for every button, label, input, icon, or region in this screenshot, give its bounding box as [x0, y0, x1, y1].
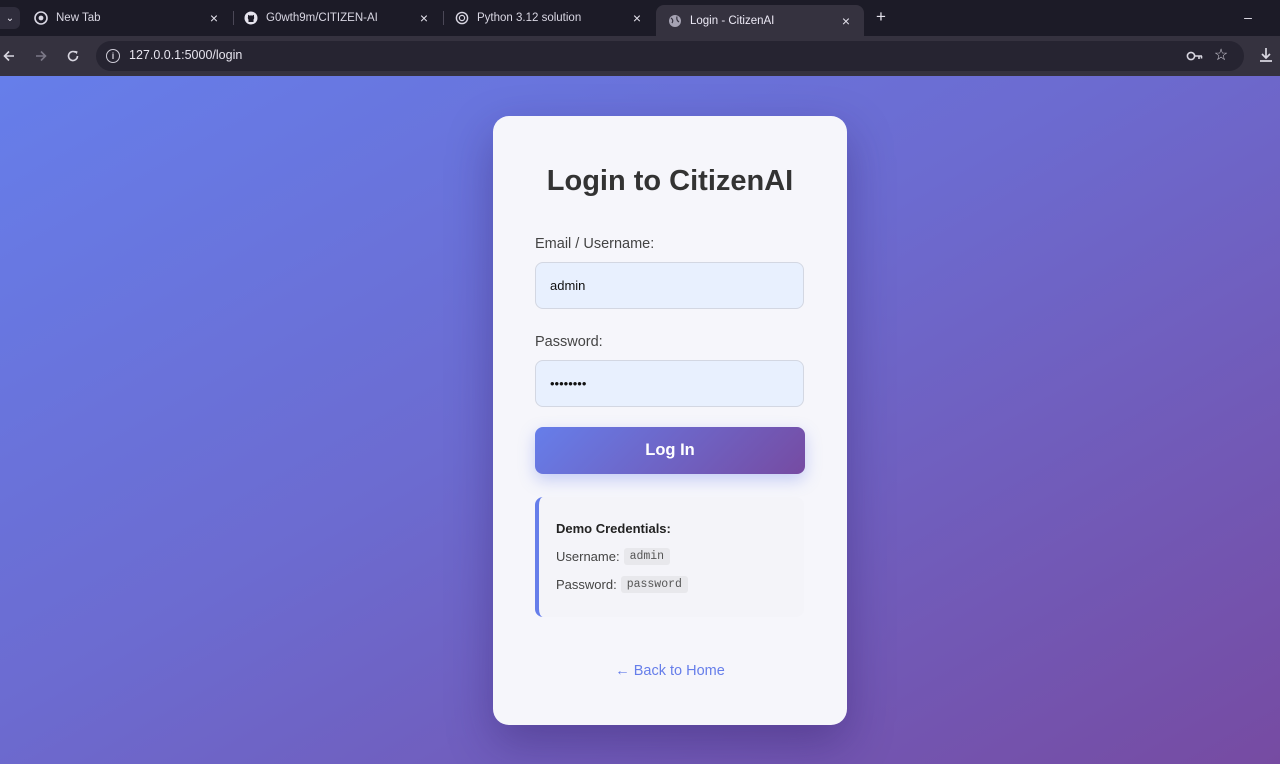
tab-github[interactable]: G0wth9m/CITIZEN-AI × [232, 0, 442, 36]
reload-icon[interactable] [62, 45, 84, 67]
demo-password-value: password [620, 576, 688, 593]
address-url[interactable]: 127.0.0.1:5000/login [129, 48, 242, 62]
download-icon[interactable] [1256, 45, 1278, 67]
tab-login-citizenai[interactable]: Login - CitizenAI × [656, 5, 864, 36]
demo-username-row: Username: admin [556, 548, 671, 565]
tab-label: Login - CitizenAI [690, 14, 775, 27]
close-icon[interactable]: × [838, 13, 854, 29]
username-input[interactable] [535, 262, 804, 309]
globe-icon [668, 14, 682, 28]
demo-username-value: admin [623, 548, 671, 565]
login-card: Login to CitizenAI Email / Username: Pas… [493, 116, 847, 725]
browser-toolbar: i 127.0.0.1:5000/login ☆ [0, 36, 1280, 76]
password-input[interactable] [535, 360, 804, 407]
tab-search-menu-button[interactable]: ⌄ [0, 7, 20, 29]
page-title: Login to CitizenAI [546, 165, 794, 197]
key-icon[interactable] [1186, 48, 1204, 64]
forward-arrow-icon[interactable] [30, 45, 52, 67]
page-viewport: Login to CitizenAI Email / Username: Pas… [0, 76, 1280, 764]
password-label: Password: [535, 334, 603, 350]
demo-password-label: Password: [556, 577, 617, 592]
bookmark-star-icon[interactable]: ☆ [1212, 46, 1230, 64]
login-button[interactable]: Log In [535, 427, 805, 474]
tab-label: New Tab [56, 12, 101, 24]
site-info-icon[interactable]: i [106, 49, 120, 63]
minimize-icon[interactable]: – [1240, 9, 1256, 25]
demo-password-row: Password: password [556, 576, 688, 593]
back-to-home-link[interactable]: ← Back to Home [493, 663, 847, 679]
chrome-icon [34, 11, 48, 25]
demo-username-label: Username: [556, 549, 620, 564]
new-tab-plus-icon[interactable]: + [872, 7, 890, 26]
address-bar[interactable]: i 127.0.0.1:5000/login ☆ [96, 41, 1244, 71]
close-icon[interactable]: × [629, 10, 645, 26]
tab-new-tab[interactable]: New Tab × [22, 0, 232, 36]
back-arrow-icon[interactable] [0, 45, 20, 67]
username-label: Email / Username: [535, 236, 655, 252]
tab-label: Python 3.12 solution [477, 12, 582, 24]
demo-credentials-title: Demo Credentials: [556, 521, 671, 536]
chatgpt-icon [455, 11, 469, 25]
demo-credentials-box: Demo Credentials: Username: admin Passwo… [535, 497, 804, 617]
close-icon[interactable]: × [416, 10, 432, 26]
tab-strip: ⌄ New Tab × G0wth9m/CITIZEN-AI × Python … [0, 0, 1280, 36]
tab-chatgpt[interactable]: Python 3.12 solution × [443, 0, 655, 36]
close-icon[interactable]: × [206, 10, 222, 26]
github-icon [244, 11, 258, 25]
tab-label: G0wth9m/CITIZEN-AI [266, 12, 378, 24]
